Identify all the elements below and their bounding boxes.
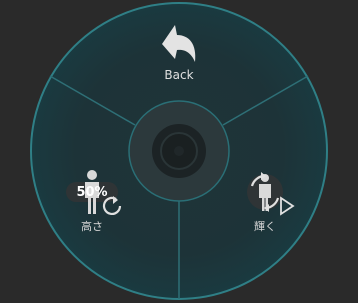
height-value: 50% (76, 185, 108, 200)
center-button[interactable] (152, 125, 206, 179)
glow-label: 輝く (254, 220, 276, 233)
back-label: Back (164, 68, 194, 82)
height-label: 高さ (81, 220, 103, 233)
